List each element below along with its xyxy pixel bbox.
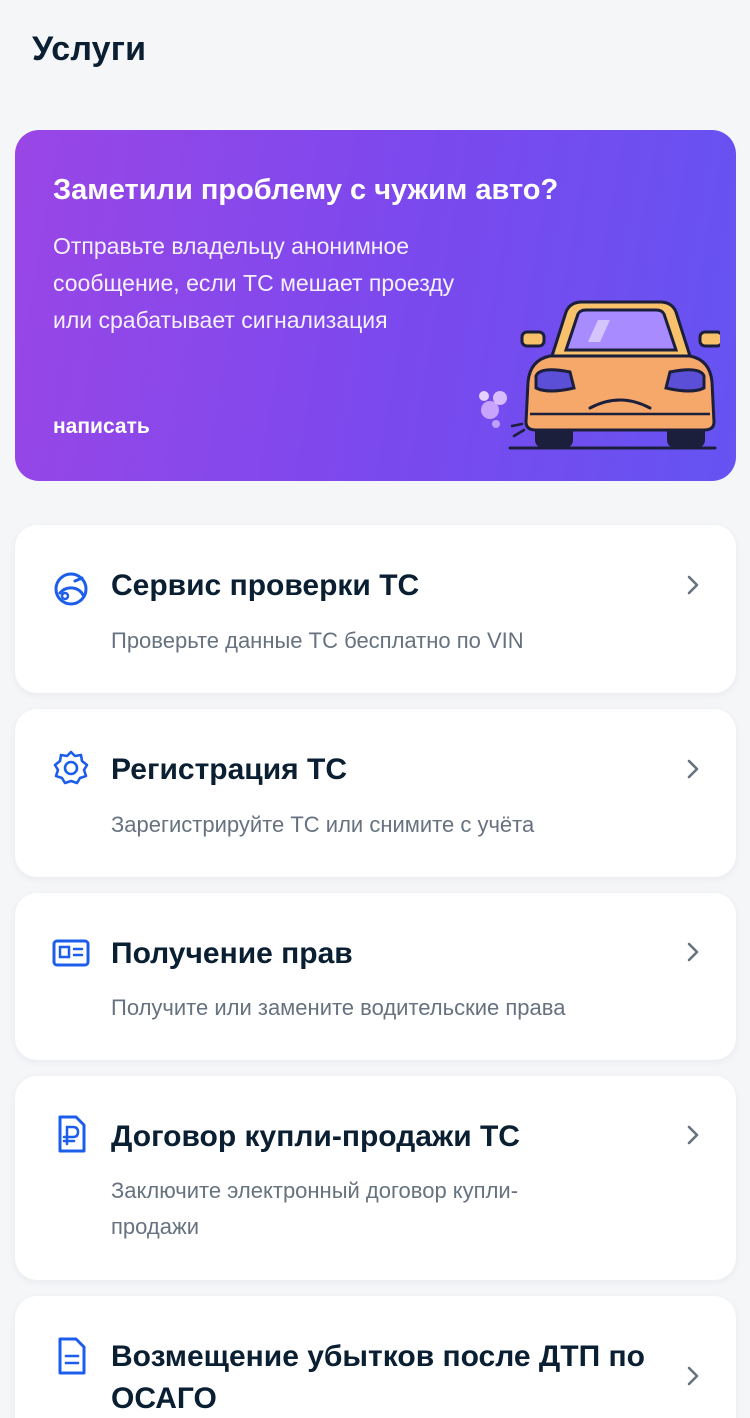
- services-page: Услуги Заметили проблему с чужим авто? О…: [0, 0, 750, 1418]
- chevron-right-icon: [687, 942, 699, 962]
- angry-car-illustration: [479, 300, 720, 450]
- promo-title: Заметили проблему с чужим авто?: [53, 174, 559, 206]
- chevron-right-icon: [687, 759, 699, 779]
- service-card-title: Регистрация ТС: [111, 753, 347, 786]
- service-card-title: Сервис проверки ТС: [111, 569, 420, 602]
- service-card-vehicle-check[interactable]: Сервис проверки ТС Проверьте данные ТС б…: [15, 525, 736, 693]
- service-card-damage-compensation[interactable]: Возмещение убытков после ДТП по ОСАГО: [15, 1296, 736, 1418]
- service-card-license[interactable]: Получение прав Получите или замените вод…: [15, 893, 736, 1060]
- service-card-sale-contract[interactable]: Договор купли-продажи ТС Заключите элект…: [15, 1076, 736, 1280]
- chevron-right-icon: [687, 1366, 699, 1386]
- service-card-title: Договор купли-продажи ТС: [111, 1120, 520, 1153]
- document-icon: [58, 1337, 86, 1375]
- service-card-title: Получение прав: [111, 937, 353, 970]
- service-card-subtitle: Заключите электронный договор купли-прод…: [111, 1178, 519, 1239]
- badge-icon: [53, 750, 89, 785]
- chevron-right-icon: [687, 575, 699, 595]
- car-search-icon: [54, 572, 88, 606]
- service-card-subtitle: Зарегистрируйте ТС или снимите с учёта: [111, 812, 535, 837]
- page-title: Услуги: [32, 30, 147, 68]
- promo-banner[interactable]: Заметили проблему с чужим авто? Отправьт…: [15, 130, 736, 481]
- id-card-icon: [52, 939, 90, 967]
- service-card-subtitle: Получите или замените водительские права: [111, 995, 566, 1020]
- service-card-title: Возмещение убытков после ДТП по ОСАГО: [111, 1340, 645, 1415]
- service-card-registration[interactable]: Регистрация ТС Зарегистрируйте ТС или сн…: [15, 709, 736, 877]
- promo-text: Отправьте владельцу анонимное сообщение,…: [53, 233, 455, 333]
- chevron-right-icon: [687, 1125, 699, 1145]
- promo-write-link[interactable]: написать: [53, 415, 150, 439]
- service-card-subtitle: Проверьте данные ТС бесплатно по VIN: [111, 628, 524, 653]
- ruble-document-icon: [58, 1115, 86, 1153]
